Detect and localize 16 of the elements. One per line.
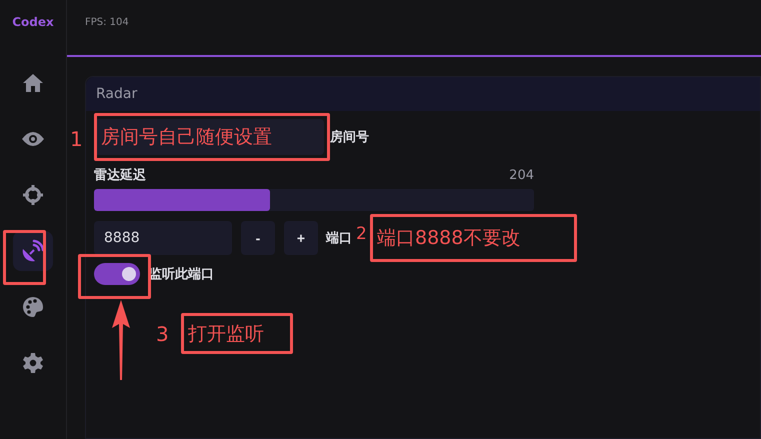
- decrement-button[interactable]: -: [241, 221, 275, 255]
- increment-button[interactable]: +: [284, 221, 318, 255]
- annotation-note: 打开监听: [181, 313, 293, 354]
- app-logo: Codex: [12, 15, 54, 29]
- annotation-note: 房间号自己随便设置: [94, 113, 330, 161]
- step-number: 1: [70, 127, 83, 151]
- step-number: 3: [156, 322, 169, 346]
- port-field[interactable]: 8888: [94, 221, 232, 255]
- delay-value: 204: [509, 168, 534, 182]
- panel-title: Radar: [96, 86, 138, 102]
- step-number: 2: [356, 224, 367, 244]
- delay-label: 雷达延迟: [94, 167, 146, 184]
- fps-counter: FPS: 104: [85, 17, 129, 28]
- port-label: 端口: [326, 230, 352, 247]
- annotation-note: 端口8888不要改: [370, 214, 577, 262]
- room-number-label: 房间号: [330, 128, 369, 146]
